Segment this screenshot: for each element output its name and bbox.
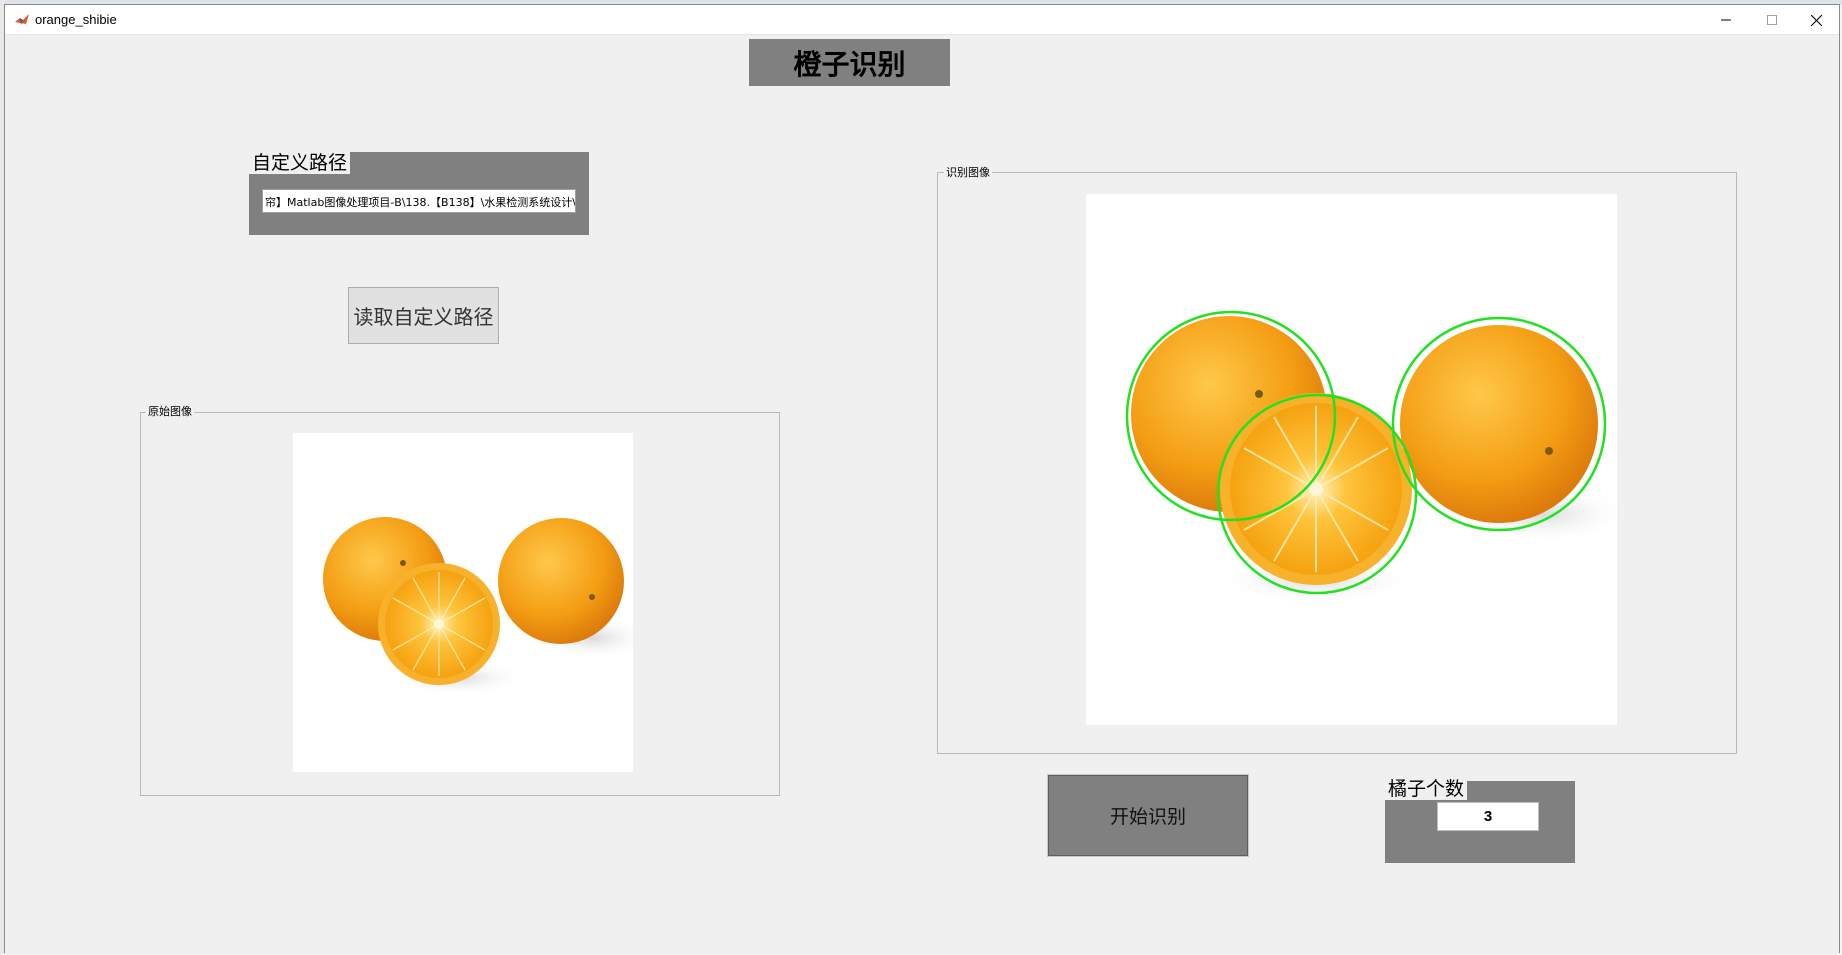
orange-count-panel-title: 橘子个数 [1385, 778, 1468, 800]
start-recognition-button[interactable]: 开始识别 [1047, 774, 1249, 857]
maximize-button[interactable] [1749, 5, 1795, 35]
minimize-icon [1721, 19, 1731, 21]
page-title: 橙子识别 [749, 39, 950, 86]
result-image [1086, 194, 1617, 725]
read-path-button[interactable]: 读取自定义路径 [348, 287, 499, 344]
custom-path-panel-title: 自定义路径 [249, 152, 351, 174]
maximize-icon [1767, 15, 1777, 25]
orange-count-value[interactable]: 3 [1437, 802, 1539, 831]
matlab-icon [15, 14, 29, 25]
close-icon [1810, 14, 1822, 26]
window-title: orange_shibie [35, 12, 117, 27]
original-image-group-label: 原始图像 [146, 405, 194, 418]
path-input[interactable]: 帘】Matlab图像处理项目-B\138.【B138】\水果检测系统设计\a.j… [262, 189, 576, 213]
original-image [293, 433, 633, 772]
detected-oranges-photo [1125, 310, 1617, 604]
minimize-button[interactable] [1703, 5, 1749, 35]
oranges-photo [323, 517, 633, 696]
result-image-group-label: 识别图像 [944, 166, 992, 179]
close-button[interactable] [1793, 5, 1839, 35]
title-bar[interactable]: orange_shibie [5, 5, 1839, 35]
